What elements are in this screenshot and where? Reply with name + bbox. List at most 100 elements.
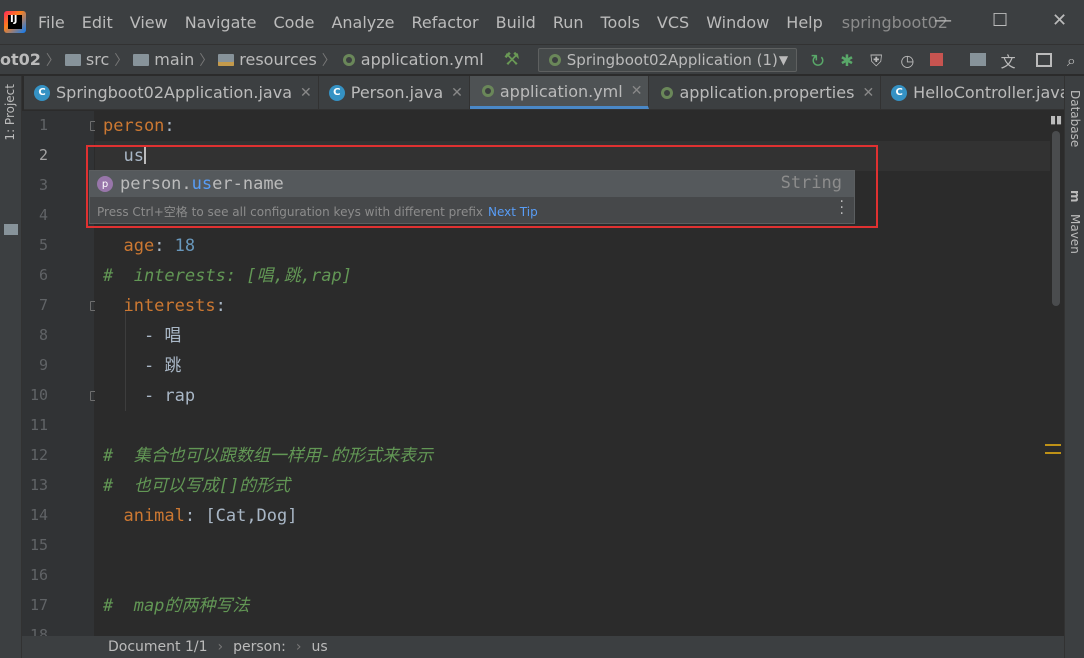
line-number-current: 2 [38,146,48,164]
menu-run[interactable]: Run [553,13,584,32]
line-number: 9 [38,356,48,374]
menu-code[interactable]: Code [274,13,315,32]
line-number: 11 [29,416,48,434]
status-path-us[interactable]: us [311,639,327,655]
debug-bug-icon[interactable]: ✱ [840,51,857,70]
status-path-person[interactable]: person: [233,639,286,655]
coverage-shield-icon[interactable]: ⛨ [870,51,887,70]
line-number: 5 [38,236,48,254]
tab-springboot02application[interactable]: C Springboot02Application.java ✕ [24,76,319,109]
warning-stripe-mark[interactable] [1045,452,1061,454]
intellij-logo-icon: IJ [4,11,26,33]
chevron-right-icon: 〉 [114,52,129,69]
scrollbar-thumb[interactable] [1052,131,1060,306]
maven-tool-button[interactable]: Maven [1068,214,1082,254]
yaml-key: animal [103,506,185,526]
next-tip-link[interactable]: Next Tip [488,205,538,219]
completion-text: person.user-name [120,174,284,194]
yml-icon [480,83,496,99]
line-number: 13 [29,476,48,494]
class-icon: C [891,84,908,101]
completion-prefix: person. [120,174,192,194]
tab-label: Person.java [350,83,444,102]
profile-icon[interactable]: ◷ [900,51,917,70]
tab-application-properties[interactable]: application.properties ✕ [649,76,882,109]
line-number: 4 [38,206,48,224]
terminal-icon[interactable] [1035,51,1053,69]
status-document[interactable]: Document 1/1 [108,639,208,655]
run-configuration-select[interactable]: Springboot02Application (1) ▼ [537,47,798,72]
search-icon[interactable]: ⌕ [1067,51,1084,70]
menu-analyze[interactable]: Analyze [331,13,394,32]
project-tool-button[interactable]: 1: Project [3,84,17,141]
close-icon[interactable]: ✕ [862,85,874,101]
breadcrumb-label: ot02 [0,50,41,69]
property-icon: p [97,176,113,192]
tab-hellocontroller[interactable]: C HelloController.java ✕ [881,76,1084,109]
menu-vcs[interactable]: VCS [657,13,689,32]
completion-item-person-user-name[interactable]: p person.user-name String [90,171,854,197]
yaml-key: age [103,236,155,256]
build-hammer-icon[interactable]: ⚒ [504,49,520,70]
right-tool-strip: Database m Maven [1064,76,1084,658]
reader-mode-icon[interactable]: ▮▮ [1050,113,1062,126]
breadcrumb-src[interactable]: src 〉 [64,50,133,70]
code-line-12: # 集合也可以跟数组一样用-的形式来表示 [103,441,433,471]
yaml-key: person [103,116,165,136]
yaml-comment: # 集合也可以跟数组一样用-的形式来表示 [103,446,433,466]
stop-icon[interactable] [930,51,947,69]
breadcrumb-resources[interactable]: resources 〉 [218,50,341,70]
menu-bar: IJ File Edit View Navigate Code Analyze … [0,0,1084,44]
menu-build[interactable]: Build [496,13,536,32]
menu-tools[interactable]: Tools [601,13,640,32]
close-icon[interactable]: ✕ [451,85,463,101]
spring-boot-class-icon: C [34,84,50,101]
breadcrumb-label: resources [239,50,317,69]
yaml-colon: : [164,116,175,136]
completion-hint: Press Ctrl+空格 to see all configuration k… [97,203,538,220]
close-button[interactable]: ✕ [1052,10,1067,31]
database-tool-button[interactable]: Database [1068,90,1082,147]
close-icon[interactable]: ✕ [631,83,643,99]
breadcrumb-label: main [154,50,195,69]
menu-file[interactable]: File [38,13,65,32]
code-line-17: # map的两种写法 [103,591,249,621]
more-options-icon[interactable]: · · · [840,195,844,221]
tab-application-yml[interactable]: application.yml ✕ [469,76,650,109]
rerun-icon[interactable]: ↻ [810,51,827,72]
yaml-colon: : [215,296,226,316]
yaml-comment: # map的两种写法 [103,596,250,616]
class-icon: C [328,84,345,101]
run-config-label: Springboot02Application (1) [566,50,778,69]
properties-icon [659,85,675,101]
menu-view[interactable]: View [130,13,168,32]
editor-breadcrumb-bar: Document 1/1 › person: › us [22,636,1064,658]
line-number-gutter: 1 2 3 4 5 6 7 8 9 10 11 12 13 14 15 16 1… [22,111,99,644]
yaml-list-item: - rap [103,386,196,406]
menu-help[interactable]: Help [786,13,822,32]
menu-edit[interactable]: Edit [82,13,113,32]
line-number: 14 [29,506,48,524]
folder-icon [64,53,81,66]
yaml-comment: # interests: [唱,跳,rap] [103,266,352,286]
close-icon[interactable]: ✕ [300,85,312,101]
project-structure-icon[interactable] [969,51,987,69]
current-line-highlight [95,141,1050,171]
line-number: 7 [38,296,48,314]
breadcrumb-project[interactable]: ot02 〉 [0,50,65,70]
menu-navigate[interactable]: Navigate [185,13,257,32]
menu-refactor[interactable]: Refactor [412,13,479,32]
yml-icon [341,52,357,68]
menu-window[interactable]: Window [706,13,769,32]
translate-icon[interactable]: 文 [1001,51,1018,71]
tab-person[interactable]: C Person.java ✕ [319,76,470,109]
yaml-flow-value: [Cat,Dog] [205,506,298,526]
editor-scrollbar[interactable]: ▮▮ [1045,111,1064,636]
project-folder-icon[interactable] [4,224,18,235]
chevron-right-icon: › [217,639,224,655]
breadcrumb-file[interactable]: application.yml [341,50,484,69]
warning-stripe-mark[interactable] [1045,444,1061,446]
breadcrumb-main[interactable]: main 〉 [133,50,218,70]
minimize-button[interactable]: — [934,10,952,31]
maximize-button[interactable]: ☐ [992,10,1008,31]
